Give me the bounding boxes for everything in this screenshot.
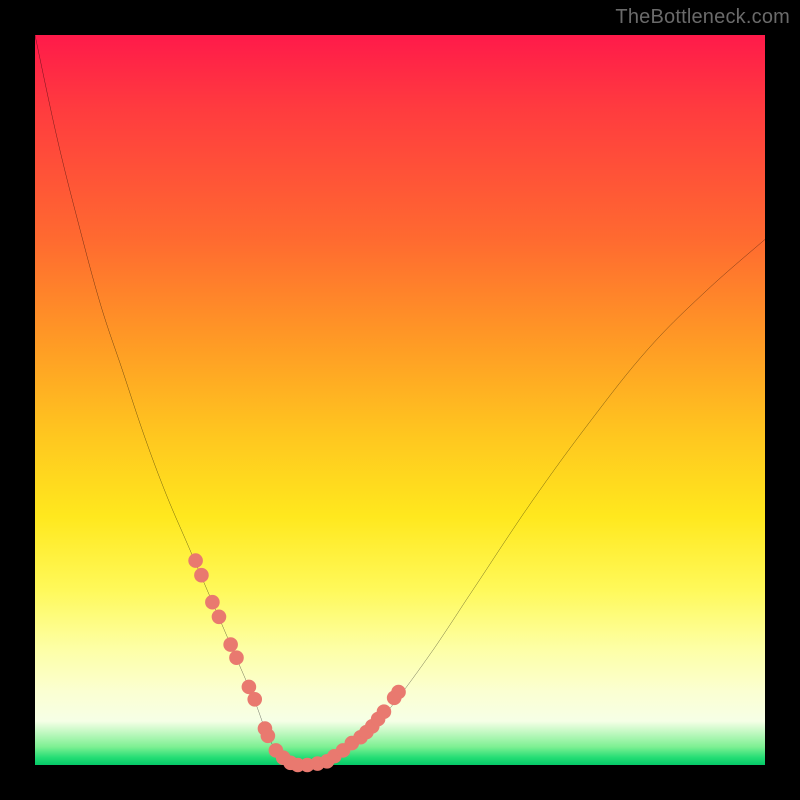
marker-dot [188,553,203,568]
marker-dot [205,595,220,610]
marker-dot [247,692,262,707]
marker-dot [242,680,257,695]
watermark-text: TheBottleneck.com [615,6,790,29]
marker-dot [194,568,209,583]
plot-area [35,35,765,765]
marker-dot [223,637,238,652]
curve-path [35,35,765,766]
marker-dot [229,650,244,665]
chart-frame: TheBottleneck.com [0,0,800,800]
marker-dot [391,685,406,700]
marker-dot [377,704,392,719]
marker-dot [261,729,276,744]
marker-dot [212,610,227,625]
marker-group [188,553,406,772]
chart-svg [35,35,765,765]
